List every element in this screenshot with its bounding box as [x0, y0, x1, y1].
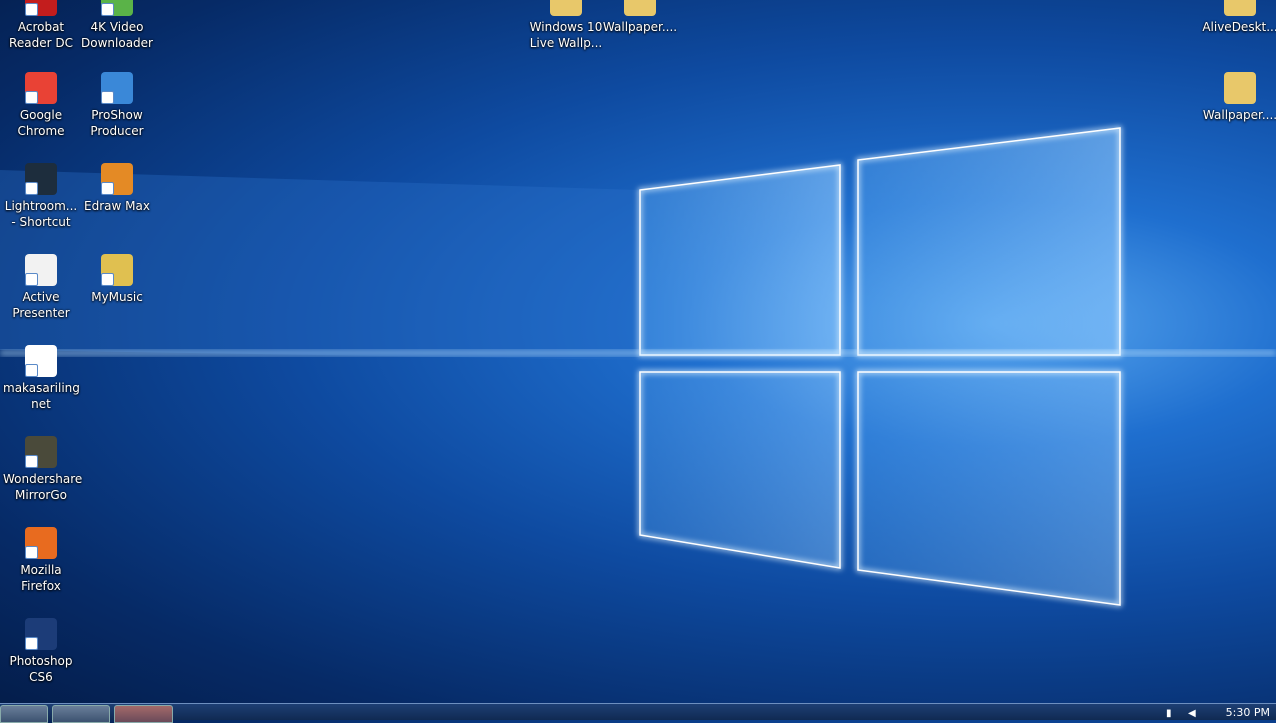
taskbar-google-chrome[interactable] — [114, 705, 173, 723]
desktop-icon-label: Active Presenter — [12, 290, 70, 320]
desktop-icon-label: Lightroom... - Shortcut — [4, 199, 78, 229]
app-icon — [101, 72, 133, 104]
desktop-icon[interactable]: 4K Video Downloader — [79, 0, 155, 51]
volume-icon[interactable]: ◀ — [1188, 709, 1200, 719]
desktop-icon-label: Acrobat Reader DC — [9, 20, 73, 50]
desktop-icon[interactable]: makasariling net — [3, 345, 80, 412]
desktop-icon-label: AliveDeskt... — [1202, 20, 1276, 34]
desktop-icon-label: Wallpaper.... — [1202, 108, 1276, 122]
desktop-icon[interactable]: Acrobat Reader DC — [3, 0, 79, 51]
desktop-icon-label: makasariling net — [3, 381, 80, 411]
network-icon[interactable]: ▮ — [1166, 709, 1178, 719]
desktop-icon[interactable]: Wondershare MirrorGo — [3, 436, 83, 503]
app-icon — [25, 0, 57, 16]
desktop-wallpaper — [0, 126, 1276, 607]
app-icon — [25, 163, 57, 195]
desktop-icon[interactable]: Mozilla Firefox — [3, 527, 79, 594]
desktop-icon-label: Google Chrome — [17, 108, 65, 138]
desktop-icon[interactable]: Active Presenter — [3, 254, 79, 321]
desktop-icon[interactable]: Edraw Max — [79, 163, 155, 214]
desktop-icon-label: Windows 10 Live Wallp... — [529, 20, 603, 50]
desktop-icon-label: Wallpaper.... — [602, 20, 678, 34]
desktop-icon-label: MyMusic — [91, 290, 143, 304]
desktop-icon[interactable]: Windows 10 Live Wallp... — [528, 0, 604, 51]
app-icon — [25, 436, 57, 468]
taskbar-media-player[interactable] — [52, 705, 110, 723]
desktop-icon-label: Mozilla Firefox — [20, 563, 62, 593]
desktop-icon[interactable]: Wallpaper.... — [602, 0, 678, 35]
app-icon — [25, 345, 57, 377]
desktop-icon[interactable]: MyMusic — [79, 254, 155, 305]
taskbar-file-explorer[interactable] — [0, 705, 48, 723]
app-icon — [101, 0, 133, 16]
desktop-icon-label: ProShow Producer — [90, 108, 144, 138]
desktop-icon[interactable]: Wallpaper.... — [1202, 72, 1276, 123]
folder-icon — [550, 0, 582, 16]
desktop-icon[interactable]: AliveDeskt... — [1202, 0, 1276, 35]
desktop-icon[interactable]: Photoshop CS6 — [3, 618, 79, 685]
clock[interactable]: 5:30 PM — [1226, 706, 1270, 719]
app-icon — [25, 72, 57, 104]
app-icon — [25, 618, 57, 650]
folder-icon — [1224, 72, 1256, 104]
app-icon — [101, 254, 133, 286]
desktop-icon-label: Wondershare MirrorGo — [3, 472, 83, 502]
app-icon — [101, 163, 133, 195]
app-icon — [25, 527, 57, 559]
app-icon — [25, 254, 57, 286]
taskbar: ▮ ◀ 5:30 PM — [0, 703, 1276, 723]
desktop-icon[interactable]: Google Chrome — [3, 72, 79, 139]
desktop-icon-label: Edraw Max — [84, 199, 150, 213]
folder-icon — [1224, 0, 1256, 16]
desktop-icon[interactable]: ProShow Producer — [79, 72, 155, 139]
desktop-icon[interactable]: Lightroom... - Shortcut — [3, 163, 79, 230]
desktop-icon-label: Photoshop CS6 — [9, 654, 73, 684]
desktop-icon-label: 4K Video Downloader — [81, 20, 153, 50]
folder-icon — [624, 0, 656, 16]
